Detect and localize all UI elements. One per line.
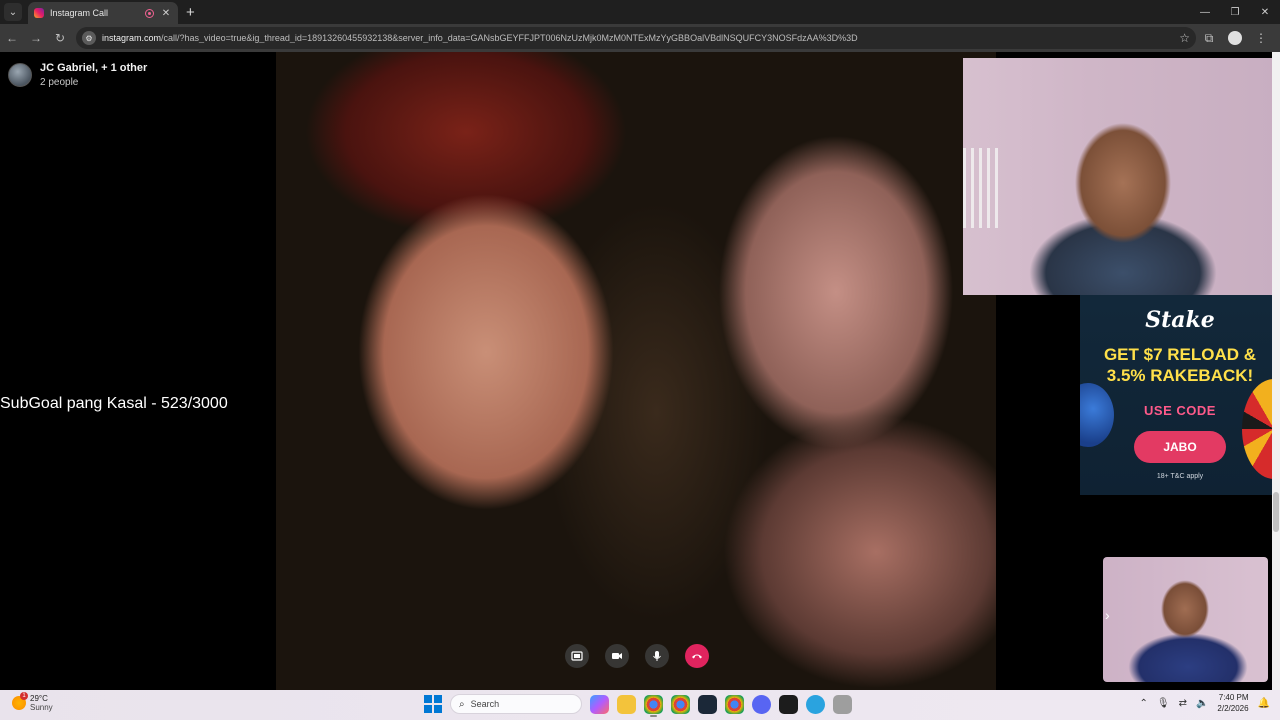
system-clock[interactable]: 7:40 PM 2/2/2026 <box>1217 692 1248 714</box>
call-info: JC Gabriel, + 1 other 2 people <box>40 62 147 88</box>
microphone-button[interactable] <box>645 644 669 668</box>
page-scrollbar[interactable] <box>1272 52 1280 690</box>
chrome-app-icon[interactable] <box>725 694 744 714</box>
call-header: JC Gabriel, + 1 other 2 people <box>8 62 147 88</box>
browser-menu-icon[interactable]: ⋮ <box>1248 26 1274 50</box>
recording-indicator-icon <box>145 8 154 18</box>
call-controls <box>565 644 709 668</box>
stake-ad-banner: Stake GET $7 RELOAD & 3.5% RAKEBACK! USE… <box>1080 295 1280 495</box>
weather-text: 29°C Sunny <box>30 694 53 712</box>
telegram-icon[interactable] <box>806 694 825 714</box>
caller-avatar[interactable] <box>8 63 32 87</box>
browser-tab-bar: ⌄ Instagram Call ✕ + — ❐ ✕ <box>0 0 1280 24</box>
search-icon: ⌕ <box>459 698 465 710</box>
stake-logo: Stake <box>1145 307 1215 333</box>
discord-icon[interactable] <box>752 694 771 714</box>
remote-video-feed <box>276 52 996 690</box>
taskbar-apps: ⌕ Search <box>424 694 852 717</box>
temperature: 29°C <box>30 694 48 703</box>
steam-icon[interactable] <box>698 694 717 714</box>
sun-icon: 1 <box>12 692 28 710</box>
minimize-button[interactable]: — <box>1190 0 1220 24</box>
self-video-preview[interactable]: › <box>1103 557 1268 682</box>
ad-headline: GET $7 RELOAD & 3.5% RAKEBACK! <box>1080 344 1280 386</box>
windows-start-icon[interactable] <box>424 695 442 713</box>
chrome-icon[interactable] <box>644 694 663 717</box>
new-tab-button[interactable]: + <box>186 5 195 20</box>
ad-terms: 18+ T&C apply <box>1156 473 1204 480</box>
chevron-up-icon[interactable]: ⌃ <box>1139 698 1147 709</box>
video-camera-icon <box>612 653 622 659</box>
share-screen-icon <box>571 651 583 661</box>
windows-taskbar: 1 29°C Sunny ⌕ Search ⌃ 🎙 ⇄ 🔈 7:40 PM 2/… <box>0 690 1280 720</box>
clock-date: 2/2/2026 <box>1217 704 1249 713</box>
subgoal-overlay-text: SubGoal pang Kasal - 523/3000 <box>0 395 228 412</box>
tab-title: Instagram Call <box>50 8 109 18</box>
chrome-profile-icon[interactable] <box>671 694 690 714</box>
streamer-webcam-overlay <box>963 58 1280 295</box>
end-call-button[interactable] <box>685 644 709 668</box>
weather-badge: 1 <box>20 692 28 700</box>
address-bar[interactable]: ⚙ instagram.com/call/?has_video=true&ig_… <box>76 27 1196 49</box>
browser-toolbar: ← → ↻ ⚙ instagram.com/call/?has_video=tr… <box>0 24 1280 52</box>
ad-use-code-label: USE CODE <box>1144 403 1216 418</box>
notification-bell-icon[interactable]: 🔔 <box>1258 698 1270 709</box>
microphone-tray-icon[interactable]: 🎙 <box>1157 698 1170 709</box>
screen: ⌄ Instagram Call ✕ + — ❐ ✕ ← → ↻ ⚙ insta… <box>0 0 1280 720</box>
ad-headline-line-1: GET $7 RELOAD & <box>1103 345 1257 364</box>
weather-widget[interactable]: 1 29°C Sunny <box>12 692 53 712</box>
system-tray: ⌃ 🎙 ⇄ 🔈 7:40 PM 2/2/2026 🔔 <box>1139 692 1270 714</box>
url-path: /call/?has_video=true&ig_thread_id=18913… <box>161 33 858 43</box>
extensions-puzzle-icon[interactable]: ⧉ <box>1196 26 1222 50</box>
taskbar-search-box[interactable]: ⌕ Search <box>450 694 582 714</box>
site-info-icon[interactable]: ⚙ <box>82 31 96 45</box>
people-count: 2 people <box>40 77 79 88</box>
reload-button[interactable]: ↻ <box>48 26 72 50</box>
tab-search-chevron-icon[interactable]: ⌄ <box>4 3 22 21</box>
copilot-icon[interactable] <box>590 694 609 714</box>
chevron-right-icon[interactable]: › <box>1105 607 1110 623</box>
tab-instagram-call[interactable]: Instagram Call ✕ <box>28 2 178 24</box>
network-icon[interactable]: ⇄ <box>1179 698 1187 709</box>
url-host: instagram.com <box>102 33 162 43</box>
instagram-icon <box>34 8 44 18</box>
share-screen-button[interactable] <box>565 644 589 668</box>
bookmark-star-icon[interactable]: ☆ <box>1179 31 1190 45</box>
tab-close-icon[interactable]: ✕ <box>160 8 172 19</box>
clock-time: 7:40 PM <box>1218 693 1249 702</box>
maximize-button[interactable]: ❐ <box>1220 0 1250 24</box>
streaming-app-icon[interactable] <box>779 694 798 714</box>
background-railing <box>963 148 1003 228</box>
ad-code-button: JABO <box>1134 431 1226 463</box>
volume-icon[interactable]: 🔈 <box>1196 698 1208 709</box>
back-button[interactable]: ← <box>0 26 24 50</box>
search-label: Search <box>470 699 500 709</box>
close-window-button[interactable]: ✕ <box>1250 0 1280 24</box>
scrollbar-thumb[interactable] <box>1273 492 1279 532</box>
video-toggle-button[interactable] <box>605 644 629 668</box>
instagram-call-page: JC Gabriel, + 1 other 2 people SubGoal p… <box>0 52 1280 690</box>
file-explorer-icon[interactable] <box>617 694 636 714</box>
caller-name: JC Gabriel, + 1 other <box>40 62 148 74</box>
profile-avatar-button[interactable] <box>1222 26 1248 50</box>
microphone-icon <box>653 651 661 661</box>
url-text[interactable]: instagram.com/call/?has_video=true&ig_th… <box>102 33 1173 43</box>
weather-condition: Sunny <box>30 703 53 712</box>
ad-headline-line-2: 3.5% RAKEBACK! <box>1106 366 1254 385</box>
hang-up-phone-icon <box>692 654 702 659</box>
forward-button[interactable]: → <box>24 26 48 50</box>
snipping-tool-icon[interactable] <box>833 694 852 714</box>
window-controls: — ❐ ✕ <box>1190 0 1280 24</box>
